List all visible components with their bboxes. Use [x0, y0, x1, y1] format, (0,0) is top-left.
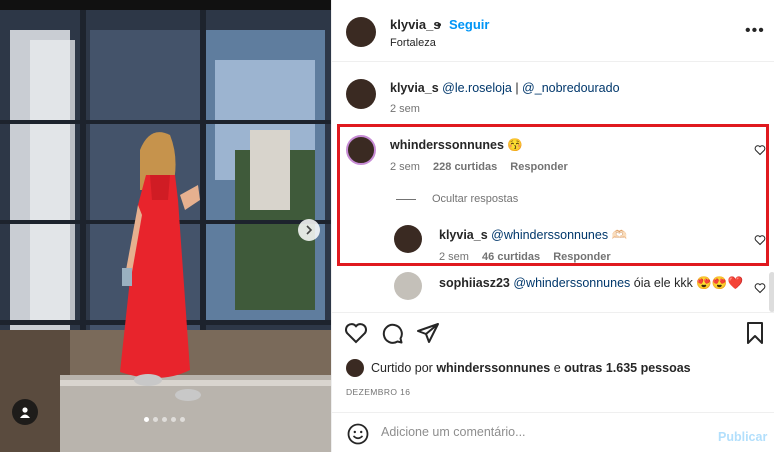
add-comment-bar: Publicar — [332, 412, 774, 452]
likes-middle: e — [553, 361, 561, 375]
next-photo-button[interactable] — [298, 219, 320, 241]
post-date[interactable]: DEZEMBRO 16 — [346, 387, 410, 397]
reply-time: 2 sem — [439, 251, 469, 263]
save-icon[interactable] — [743, 321, 767, 345]
heart-icon[interactable] — [754, 144, 766, 156]
carousel-dot — [162, 417, 167, 422]
post-details-panel: klyvia_s • Seguir Fortaleza ••• klyvia_s… — [331, 0, 774, 452]
post-author-username[interactable]: klyvia_s — [390, 17, 441, 32]
post-location[interactable]: Fortaleza — [390, 37, 436, 49]
likes-user[interactable]: whinderssonnunes — [436, 361, 550, 375]
likes-prefix: Curtido por — [371, 361, 433, 375]
hide-replies-line — [396, 198, 416, 200]
avatar[interactable] — [346, 135, 376, 165]
more-options-icon[interactable]: ••• — [745, 22, 765, 40]
avatar[interactable] — [394, 225, 422, 253]
comment-icon[interactable] — [380, 321, 404, 345]
caption-meta: 2 sem — [390, 103, 430, 115]
reply-text: klyvia_s @whinderssonnunes 🫶🏻 — [439, 228, 627, 243]
comment-mention[interactable]: @whinderssonnunes — [513, 276, 630, 290]
hide-replies-label: Ocultar respostas — [432, 193, 519, 205]
caption-divider: | — [515, 81, 519, 95]
carousel-dot — [153, 417, 158, 422]
hide-replies-button[interactable]: Ocultar respostas — [396, 193, 518, 205]
follow-button[interactable]: Seguir — [449, 17, 489, 32]
avatar[interactable] — [346, 17, 376, 47]
separator-dot: • — [437, 17, 442, 32]
caption-text: klyvia_s @le.roseloja | @_nobredourado — [390, 81, 620, 95]
reply-body: 🫶🏻 — [611, 228, 628, 242]
photo-top-border — [0, 0, 331, 10]
caption-mention[interactable]: @le.roseloja — [442, 81, 512, 95]
avatar[interactable] — [346, 359, 364, 377]
carousel-indicator — [144, 417, 185, 422]
heart-icon[interactable] — [754, 234, 766, 246]
likes-others[interactable]: outras 1.635 pessoas — [564, 361, 690, 375]
user-tag-icon — [20, 407, 30, 418]
comment-body: óia ele kkk 😍😍❤️ — [633, 276, 744, 290]
share-icon[interactable] — [416, 321, 440, 345]
avatar[interactable] — [346, 79, 376, 109]
post-photo[interactable] — [0, 0, 331, 452]
reply-button[interactable]: Responder — [510, 161, 567, 173]
publish-button[interactable]: Publicar — [718, 430, 767, 444]
caption-mention[interactable]: @_nobredourado — [522, 81, 620, 95]
comment-meta: 2 sem 228 curtidas Responder — [390, 161, 578, 173]
comment-username[interactable]: whinderssonnunes — [390, 138, 504, 152]
heart-icon[interactable] — [344, 321, 368, 345]
carousel-dot — [180, 417, 185, 422]
carousel-dot — [144, 417, 149, 422]
likes-text[interactable]: Curtido por whinderssonnunes e outras 1.… — [371, 361, 691, 375]
comment-text: sophiiasz23 @whinderssonnunes óia ele kk… — [439, 276, 743, 291]
comment-username[interactable]: sophiiasz23 — [439, 276, 510, 290]
reply-likes-count[interactable]: 46 curtidas — [482, 251, 540, 263]
caption-username[interactable]: klyvia_s — [390, 81, 439, 95]
caption-time: 2 sem — [390, 103, 420, 115]
reply-meta: 2 sem 46 curtidas Responder — [439, 251, 621, 263]
comment-time: 2 sem — [390, 161, 420, 173]
carousel-dot — [171, 417, 176, 422]
reply-username[interactable]: klyvia_s — [439, 228, 488, 242]
user-tag-button[interactable] — [12, 399, 38, 425]
reply-mention[interactable]: @whinderssonnunes — [491, 228, 608, 242]
post-header: klyvia_s • Seguir Fortaleza ••• — [332, 0, 774, 62]
photo-scene — [0, 0, 331, 452]
emoji-icon[interactable] — [346, 422, 370, 446]
reply-button[interactable]: Responder — [553, 251, 610, 263]
comments-scrollbar[interactable] — [769, 272, 774, 312]
comment-body: 😚 — [507, 138, 523, 152]
comment-likes-count[interactable]: 228 curtidas — [433, 161, 497, 173]
comment-input[interactable] — [381, 425, 681, 439]
comment-text: whinderssonnunes 😚 — [390, 138, 523, 153]
next-arrow-icon — [306, 225, 313, 235]
heart-icon[interactable] — [754, 282, 766, 294]
avatar[interactable] — [394, 272, 422, 300]
